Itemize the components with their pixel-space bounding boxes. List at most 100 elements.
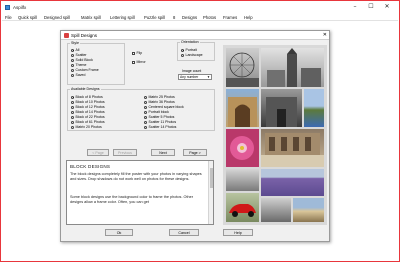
radio-icon xyxy=(71,63,74,67)
menu-photos[interactable]: Photos xyxy=(203,15,216,20)
design-label: Block of 22 Photos xyxy=(75,115,105,119)
help-button[interactable]: Help xyxy=(223,229,253,236)
prev-page-button[interactable]: < Page xyxy=(87,149,109,156)
style-option-scatter[interactable]: Scatter xyxy=(71,53,87,57)
style-option-solid-block[interactable]: Solid Block xyxy=(71,58,93,62)
design-label: Centered square block xyxy=(148,105,184,109)
checkbox-icon xyxy=(132,51,135,55)
radio-icon xyxy=(71,115,74,119)
photo-lake xyxy=(304,89,324,127)
chevron-down-icon: ▼ xyxy=(207,75,210,79)
photo-landscape xyxy=(293,198,324,222)
arch-image xyxy=(228,97,257,127)
mirror-checkbox[interactable]: Mirror xyxy=(132,60,146,64)
radio-icon xyxy=(144,100,147,104)
menu-puzzle-spill[interactable]: Puzzle spill xyxy=(144,15,165,20)
radio-icon xyxy=(144,95,147,99)
radio-selected-icon xyxy=(181,48,184,52)
menu-frames[interactable]: Frames xyxy=(223,15,237,20)
car-image xyxy=(229,204,256,217)
ok-button[interactable]: Ok xyxy=(105,229,133,236)
next-button[interactable]: Next xyxy=(151,149,175,156)
radio-icon xyxy=(144,110,147,114)
mirror-label: Mirror xyxy=(136,60,146,64)
menu-8[interactable]: 8 xyxy=(173,15,175,20)
window-title: Aspilfx xyxy=(13,4,27,10)
design-label: Block of 8 Photos xyxy=(75,95,103,99)
flip-checkbox[interactable]: Flip xyxy=(132,51,142,55)
design-block-8[interactable]: Block of 8 Photos xyxy=(71,95,103,99)
design-label: Block of 12 Photos xyxy=(75,105,105,109)
orientation-label: Portrait xyxy=(185,48,197,52)
maximize-button[interactable]: ☐ xyxy=(364,3,378,11)
close-button[interactable]: ✕ xyxy=(380,3,394,11)
radio-icon xyxy=(71,58,74,62)
style-option-custom-frame[interactable]: Custom Frame xyxy=(71,68,99,72)
menu-lettering-spill[interactable]: Lettering spill xyxy=(110,15,135,20)
image-count-label: Image count xyxy=(182,69,202,73)
design-label: Block of 10 Photos xyxy=(75,100,105,104)
design-label: Block of 61 Photos xyxy=(75,120,105,124)
photo-flower xyxy=(226,129,259,167)
design-matrix-20[interactable]: Matrix 20 Photos xyxy=(71,125,102,129)
radio-icon xyxy=(144,125,147,129)
image-count-select[interactable]: Any number ▼ xyxy=(178,74,212,80)
building-image xyxy=(266,97,297,127)
title-bar: Aspilfx – ☐ ✕ xyxy=(2,2,398,12)
photo-ferris-wheel xyxy=(226,48,259,87)
menu-help[interactable]: Help xyxy=(244,15,253,20)
radio-icon xyxy=(71,68,74,72)
dialog-app-icon xyxy=(64,33,69,38)
radio-selected-icon xyxy=(71,95,74,99)
previous-button[interactable]: Previous xyxy=(113,149,137,156)
radio-icon xyxy=(71,120,74,124)
photo-river xyxy=(226,169,259,191)
design-portrait-block[interactable]: Portrait block xyxy=(144,110,169,114)
cancel-button[interactable]: Cancel xyxy=(169,229,199,236)
design-matrix-36[interactable]: Matrix 36 Photos xyxy=(144,100,175,104)
minimize-button[interactable]: – xyxy=(348,3,362,11)
dialog-close-icon[interactable]: ✕ xyxy=(323,32,327,38)
design-label: Scatter 11 Photos xyxy=(148,120,177,124)
radio-icon xyxy=(71,100,74,104)
design-scatter-5[interactable]: Scatter 5 Photos xyxy=(144,115,174,119)
design-label: Portrait block xyxy=(148,110,169,114)
design-block-61[interactable]: Block of 61 Photos xyxy=(71,120,105,124)
design-scatter-11[interactable]: Scatter 11 Photos xyxy=(144,120,176,124)
description-heading: BLOCK DESIGNS xyxy=(70,164,111,169)
style-legend: Style xyxy=(71,41,79,45)
style-option-label: Saved xyxy=(75,73,86,77)
description-scrollbar[interactable] xyxy=(208,161,213,224)
design-block-12[interactable]: Block of 12 Photos xyxy=(71,105,105,109)
image-count-value: Any number xyxy=(180,75,199,79)
menu-designed-spill[interactable]: Designed spill xyxy=(44,15,70,20)
style-option-all[interactable]: All xyxy=(71,48,79,52)
design-block-22[interactable]: Block of 22 Photos xyxy=(71,115,105,119)
description-paragraph-1: The block designs completely fill the po… xyxy=(70,172,202,181)
style-option-theme[interactable]: Theme xyxy=(71,63,86,67)
radio-icon xyxy=(71,53,74,57)
design-centered-square[interactable]: Centered square block xyxy=(144,105,184,109)
orientation-landscape[interactable]: Landscape xyxy=(181,53,203,57)
design-block-14[interactable]: Block of 14 Photos xyxy=(71,110,105,114)
orientation-portrait[interactable]: Portrait xyxy=(181,48,197,52)
photo-tower xyxy=(261,48,324,87)
menu-matrix-spill[interactable]: Matrix spill xyxy=(81,15,101,20)
menu-file[interactable]: File xyxy=(5,15,12,20)
flip-label: Flip xyxy=(136,51,143,55)
design-scatter-14[interactable]: Scatter 14 Photos xyxy=(144,125,176,129)
menu-designs[interactable]: Designs xyxy=(182,15,197,20)
radio-icon xyxy=(71,73,74,77)
radio-icon xyxy=(71,125,74,129)
description-box[interactable]: BLOCK DESIGNS The block designs complete… xyxy=(66,160,214,225)
collage-preview xyxy=(223,45,327,225)
design-block-10[interactable]: Block of 10 Photos xyxy=(71,100,105,104)
style-option-saved[interactable]: Saved xyxy=(71,73,85,77)
scrollbar-thumb[interactable] xyxy=(209,168,213,188)
next-page-button[interactable]: Page > xyxy=(183,149,207,156)
available-designs-legend: Available Designs xyxy=(71,87,100,91)
photo-red-car xyxy=(226,193,259,222)
menu-quick-spill[interactable]: Quick spill xyxy=(18,15,37,20)
design-matrix-25[interactable]: Matrix 25 Photos xyxy=(144,95,175,99)
orientation-label: Landscape xyxy=(185,53,203,57)
